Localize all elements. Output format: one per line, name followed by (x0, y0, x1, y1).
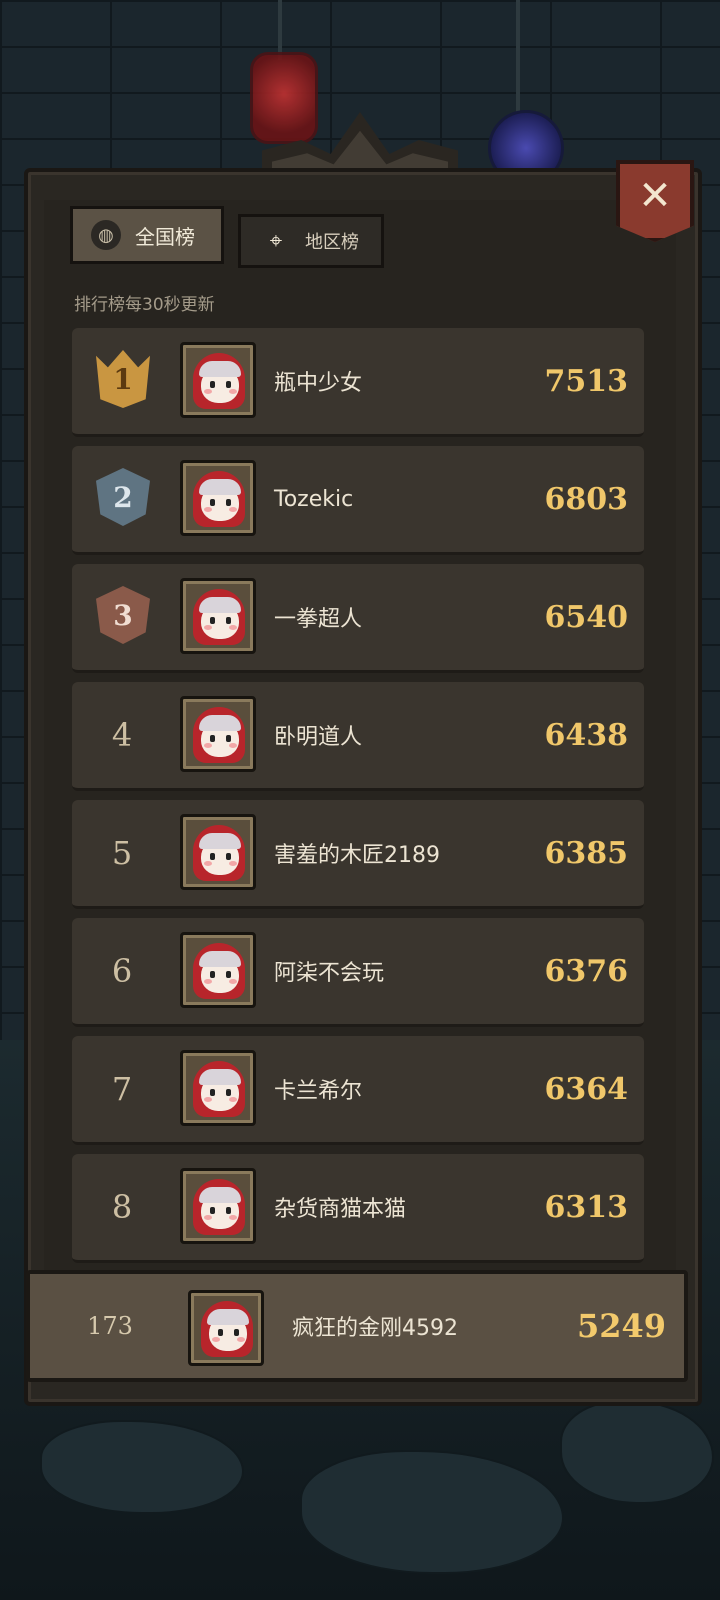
leaderboard-row[interactable]: 4 卧明道人 6438 (72, 682, 644, 791)
avatar (180, 578, 256, 654)
player-score: 6313 (544, 1189, 629, 1225)
refresh-note: 排行榜每30秒更新 (74, 295, 215, 315)
rank-number: 4 (111, 716, 133, 754)
red-jar-decoration (250, 52, 318, 144)
player-name: 杂货商猫本猫 (274, 1197, 407, 1222)
hanging-rope (516, 0, 520, 112)
hanging-rope (278, 0, 282, 60)
tab-national-label: 全国榜 (135, 224, 195, 249)
close-icon: ✕ (638, 173, 672, 219)
avatar (180, 1168, 256, 1244)
leaderboard-row[interactable]: 5 害羞的木匠2189 6385 (72, 800, 644, 909)
tab-region-label: 地区榜 (305, 232, 359, 253)
globe-icon: ◍ (91, 220, 121, 250)
player-score: 6438 (544, 717, 629, 753)
avatar (180, 932, 256, 1008)
tab-region[interactable]: ⌖ 地区榜 (238, 214, 384, 268)
rank-number: 7 (111, 1070, 133, 1108)
my-name: 疯狂的金刚4592 (292, 1316, 458, 1341)
player-score: 6364 (544, 1071, 629, 1107)
location-pin-icon: ⌖ (269, 228, 283, 254)
my-rank-number: 173 (87, 1312, 133, 1340)
leaderboard-row[interactable]: 7 卡兰希尔 6364 (72, 1036, 644, 1145)
avatar (180, 460, 256, 536)
player-name: 卡兰希尔 (274, 1079, 363, 1104)
gold-rank-badge-icon: 1 (96, 350, 150, 408)
my-score: 5249 (576, 1307, 666, 1345)
player-score: 6803 (544, 481, 629, 517)
leaderboard-row[interactable]: 6 阿柒不会玩 6376 (72, 918, 644, 1027)
player-name: 害羞的木匠2189 (274, 843, 440, 868)
tab-national[interactable]: ◍ 全国榜 (70, 206, 224, 264)
player-name: 瓶中少女 (274, 371, 363, 396)
player-name: 一拳超人 (274, 607, 363, 632)
close-button[interactable]: ✕ (616, 160, 694, 242)
rank-number: 8 (111, 1188, 133, 1226)
avatar (180, 1050, 256, 1126)
player-score: 6540 (544, 599, 629, 635)
my-rank-bar: 173 疯狂的金刚4592 5249 (26, 1270, 688, 1382)
player-score: 6385 (544, 835, 629, 871)
rank-number: 6 (111, 952, 133, 990)
bronze-rank-badge-icon: 3 (96, 586, 150, 644)
my-avatar (188, 1290, 264, 1366)
leaderboard-row[interactable]: 8 杂货商猫本猫 6313 (72, 1154, 644, 1263)
rank-number: 5 (111, 834, 133, 872)
avatar (180, 814, 256, 890)
player-name: 阿柒不会玩 (274, 961, 385, 986)
leaderboard-row[interactable]: 1 瓶中少女 7513 (72, 328, 644, 437)
silver-rank-badge-icon: 2 (96, 468, 150, 526)
leaderboard-row[interactable]: 2 Tozekic 6803 (72, 446, 644, 555)
leaderboard-row[interactable]: 3 一拳超人 6540 (72, 564, 644, 673)
player-score: 7513 (544, 363, 629, 399)
player-name: Tozekic (274, 486, 354, 512)
player-name: 卧明道人 (274, 725, 363, 750)
avatar (180, 342, 256, 418)
player-score: 6376 (544, 953, 629, 989)
avatar (180, 696, 256, 772)
